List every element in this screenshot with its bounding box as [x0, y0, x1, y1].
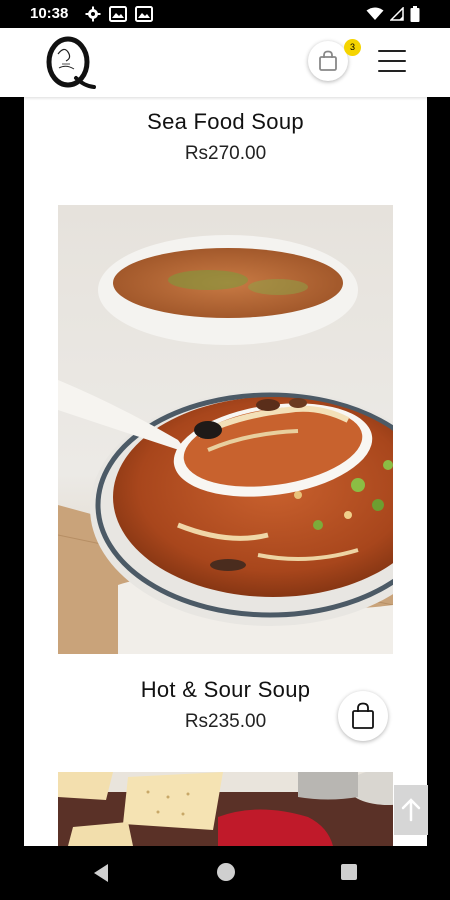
gallery-icon	[109, 6, 127, 22]
product-price: Rs235.00	[184, 711, 267, 732]
scroll-to-top-button[interactable]	[394, 785, 428, 835]
back-icon[interactable]	[92, 863, 110, 883]
menu-line	[378, 70, 406, 72]
product-name[interactable]: Sea Food Soup	[24, 109, 427, 135]
settings-icon	[85, 6, 101, 22]
battery-icon	[410, 6, 420, 22]
crackers-photo	[58, 772, 393, 846]
product-image[interactable]	[58, 772, 393, 846]
gallery-icon	[135, 6, 153, 22]
signal-icon	[390, 7, 404, 21]
status-time: 10:38	[30, 5, 69, 22]
menu-line	[378, 50, 406, 52]
product-name[interactable]: Hot & Sour Soup	[24, 677, 427, 703]
home-icon[interactable]	[217, 863, 235, 881]
recents-icon[interactable]	[341, 864, 357, 880]
product-image[interactable]	[58, 205, 393, 654]
soup-photo	[58, 205, 393, 654]
wifi-icon	[366, 7, 384, 20]
cart-count-badge: 3	[344, 39, 361, 56]
cart-button[interactable]	[308, 41, 348, 81]
hamburger-menu-icon[interactable]	[378, 50, 406, 72]
arrow-up-icon	[401, 798, 421, 822]
navigation-bar	[0, 846, 450, 900]
status-bar: 10:38	[0, 0, 450, 28]
menu-line	[378, 60, 406, 62]
logo[interactable]	[44, 34, 96, 90]
product-price: Rs270.00	[184, 143, 267, 164]
product-list[interactable]: Sea Food Soup Rs270.00 Hot & Sour Soup R…	[24, 97, 427, 846]
system-icons	[366, 6, 420, 22]
shopping-bag-icon	[319, 50, 337, 71]
notification-icons	[85, 6, 153, 22]
app-header: 3	[0, 28, 450, 97]
